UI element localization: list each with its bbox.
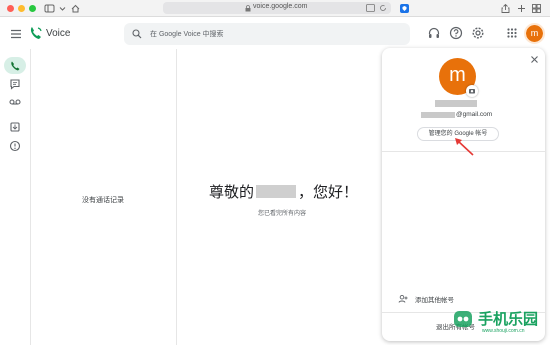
sidebar-toggle-icon[interactable] bbox=[44, 3, 55, 14]
home-icon[interactable] bbox=[70, 3, 81, 14]
app-name[interactable]: Voice bbox=[46, 28, 70, 39]
settings-gear-icon[interactable] bbox=[471, 26, 487, 42]
headset-icon[interactable] bbox=[427, 26, 443, 42]
tab-overview-icon[interactable] bbox=[531, 3, 542, 14]
greeting-prefix: 尊敬的 bbox=[209, 184, 255, 201]
watermark-url: www.shouji.com.cn bbox=[482, 328, 525, 334]
redacted-account-name bbox=[435, 100, 477, 107]
share-icon[interactable] bbox=[500, 3, 511, 14]
camera-icon[interactable] bbox=[466, 85, 478, 97]
url-text: voice.google.com bbox=[253, 3, 308, 10]
lock-icon bbox=[245, 5, 251, 12]
browser-toolbar: voice.google.com bbox=[0, 0, 550, 17]
search-placeholder[interactable]: 在 Google Voice 中搜索 bbox=[150, 29, 224, 39]
greeting-suffix: ，您好！ bbox=[298, 184, 359, 201]
chevron-down-icon[interactable] bbox=[57, 3, 68, 14]
add-account-item[interactable]: 添加其他帐号 bbox=[398, 294, 454, 304]
nav-calls-icon[interactable] bbox=[8, 59, 22, 73]
nav-voicemail-icon[interactable] bbox=[8, 95, 22, 109]
rail-divider bbox=[30, 49, 31, 345]
redacted-name bbox=[256, 185, 297, 198]
close-window-button[interactable] bbox=[7, 5, 14, 12]
help-icon[interactable] bbox=[449, 26, 465, 42]
new-tab-icon[interactable] bbox=[516, 3, 527, 14]
nav-spam-info-icon[interactable] bbox=[8, 139, 22, 153]
calls-empty-state: 没有通话记录 bbox=[82, 197, 124, 204]
annotation-arrow-icon bbox=[455, 138, 474, 156]
search-bar[interactable]: 在 Google Voice 中搜索 bbox=[124, 23, 410, 45]
search-icon[interactable] bbox=[132, 29, 142, 39]
add-person-icon bbox=[398, 294, 408, 304]
greeting-heading: 尊敬的 ，您好！ bbox=[209, 181, 358, 202]
account-email: @gmail.com bbox=[421, 111, 492, 118]
list-divider bbox=[176, 49, 177, 345]
email-suffix: @gmail.com bbox=[456, 111, 493, 118]
apps-grid-icon[interactable] bbox=[505, 26, 521, 42]
watermark-brand: 手机乐园 bbox=[478, 311, 539, 328]
address-bar[interactable]: voice.google.com bbox=[163, 2, 391, 14]
nav-archive-icon[interactable] bbox=[8, 120, 22, 134]
voice-logo-icon[interactable] bbox=[28, 25, 44, 41]
main-menu-icon[interactable] bbox=[8, 26, 24, 42]
account-avatar-button[interactable]: m bbox=[524, 23, 545, 44]
account-popup: m @gmail.com 管理您的 Google 帐号 添加其他帐号 退出所有帐… bbox=[382, 48, 545, 341]
add-account-label: 添加其他帐号 bbox=[415, 297, 454, 304]
redacted-email-user bbox=[421, 111, 455, 118]
watermark: 手机乐园 www.shouji.com.cn bbox=[432, 305, 550, 345]
close-icon[interactable] bbox=[530, 55, 539, 64]
greeting-subtitle: 您已看完所有内容 bbox=[257, 211, 306, 217]
nav-messages-icon[interactable] bbox=[8, 77, 22, 91]
extension-shield-icon[interactable] bbox=[399, 3, 410, 14]
minimize-window-button[interactable] bbox=[18, 5, 25, 12]
reload-icon[interactable] bbox=[379, 4, 387, 12]
translate-icon[interactable] bbox=[366, 4, 375, 12]
zoom-window-button[interactable] bbox=[29, 5, 36, 12]
watermark-logo-icon bbox=[452, 309, 476, 331]
